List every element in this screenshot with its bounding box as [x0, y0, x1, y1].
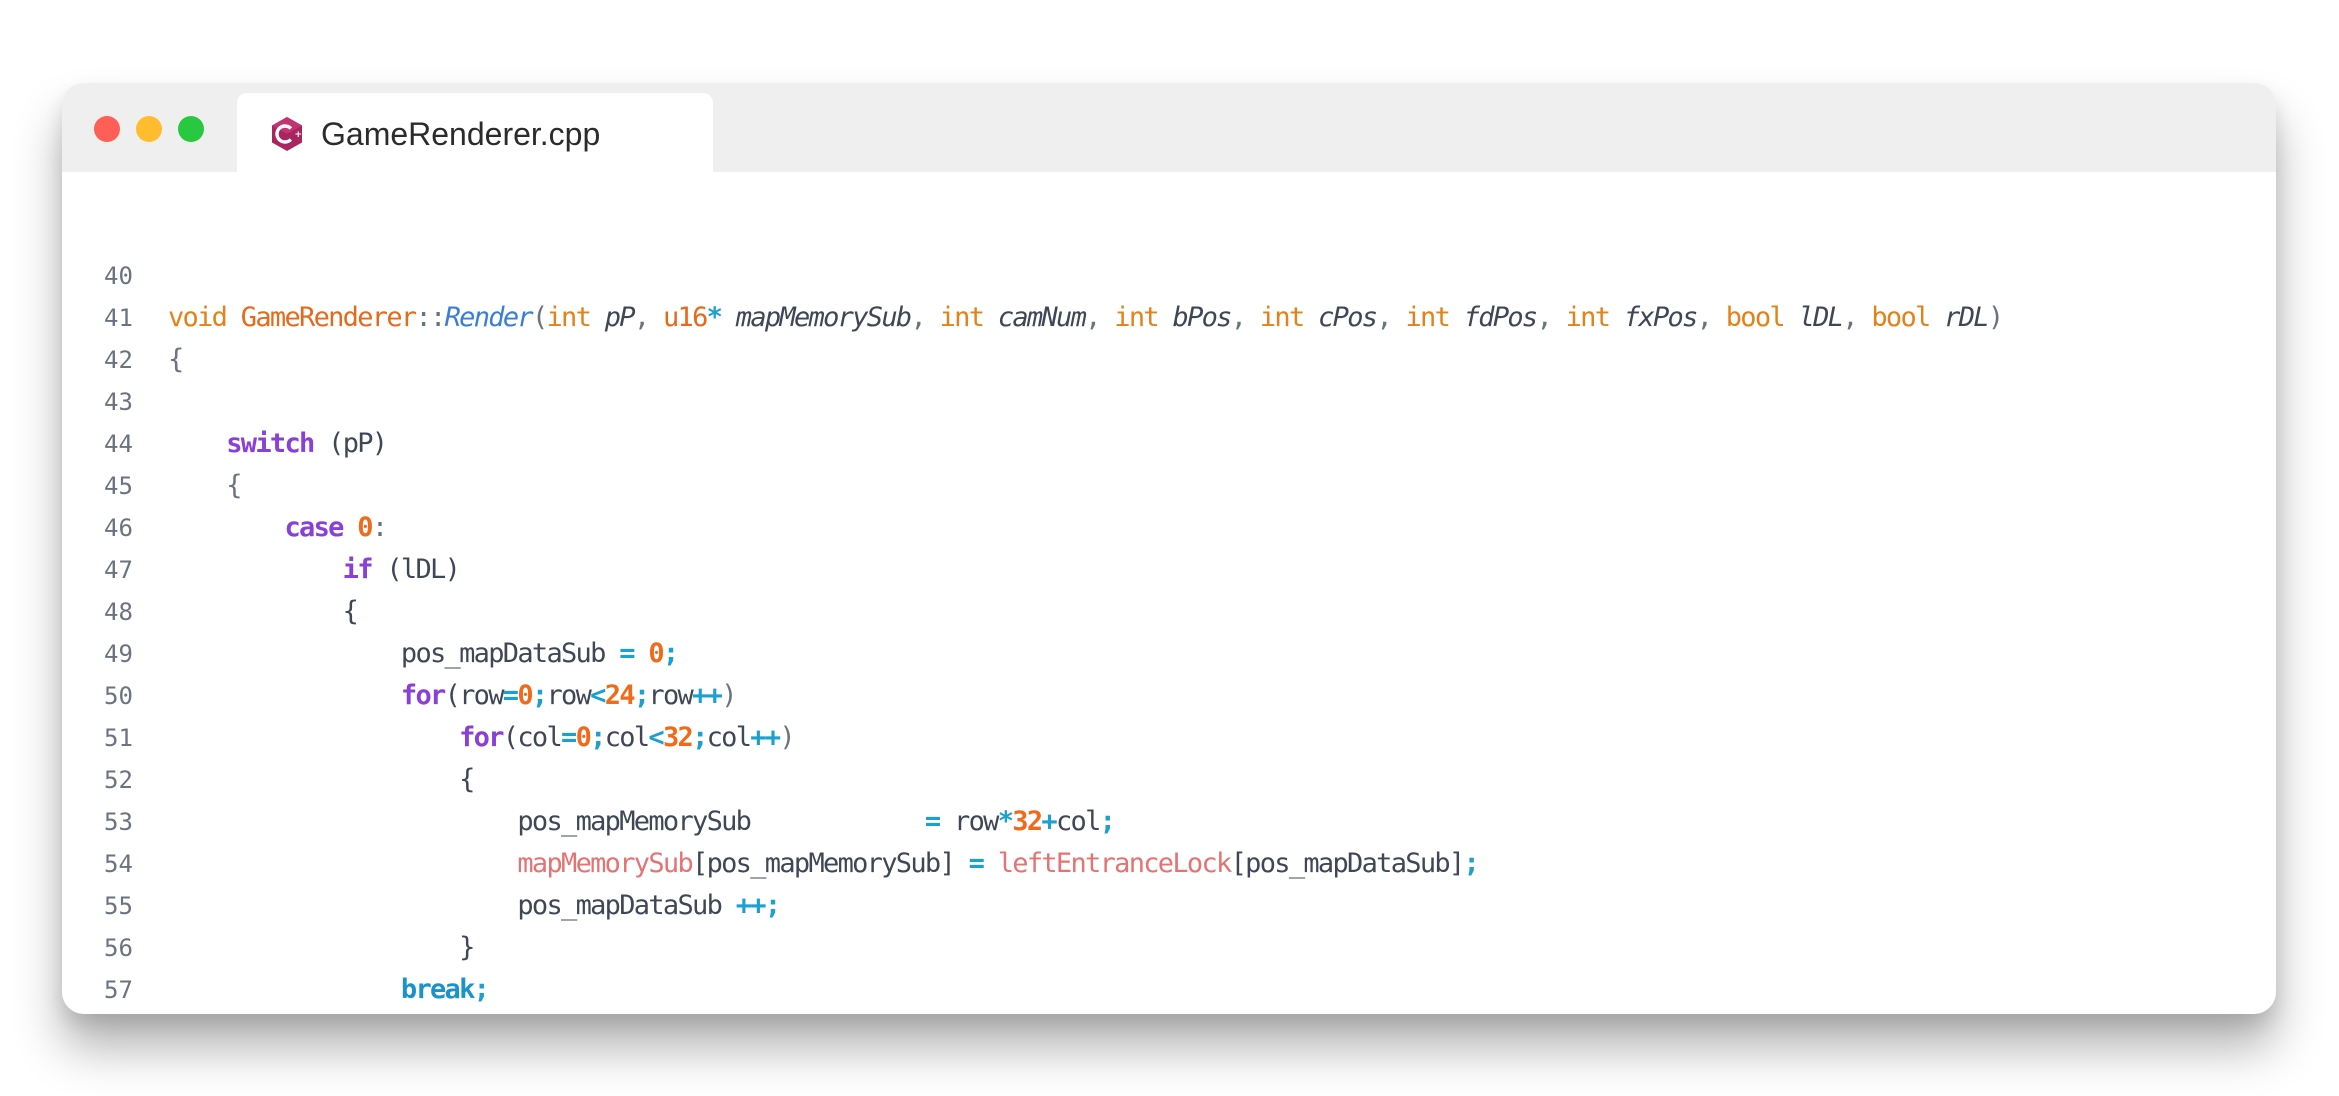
code-line: 49 for(row=0;row<24;row++) — [62, 591, 2276, 711]
close-window-button[interactable] — [94, 116, 120, 142]
code-line: 47 { — [62, 507, 2276, 627]
editor-window: + GameRenderer.cpp 40 void GameRenderer:… — [62, 83, 2276, 1014]
title-bar: + GameRenderer.cpp — [62, 83, 2276, 172]
code-line: 46 if (lDL) — [62, 465, 2276, 585]
tab-gamerenderer-cpp[interactable]: + GameRenderer.cpp — [237, 93, 713, 172]
code-line: 43 switch (pP) — [62, 339, 2276, 459]
code-line: 51 { — [62, 675, 2276, 795]
code-line: 55 } — [62, 843, 2276, 963]
maximize-window-button[interactable] — [178, 116, 204, 142]
code-line: 40 void GameRenderer::Render(int pP, u16… — [62, 213, 2276, 333]
code-line: 45 case 0: — [62, 423, 2276, 543]
code-line: 50 for(col=0;col<32;col++) — [62, 633, 2276, 753]
line-text: } — [168, 1011, 357, 1014]
svg-text:+: + — [295, 130, 303, 140]
code-line: 54 pos_mapDataSub ++; — [62, 801, 2276, 921]
code-line: 42 — [62, 297, 2276, 374]
code-line: 48 pos_mapDataSub = 0; — [62, 549, 2276, 669]
minimize-window-button[interactable] — [136, 116, 162, 142]
tab-label: GameRenderer.cpp — [321, 116, 601, 152]
code-line: 41 { — [62, 255, 2276, 375]
code-line: 57 } — [62, 927, 2276, 1004]
code-line: 44 { — [62, 381, 2276, 501]
code-line: 52 pos_mapMemorySub = row*32+col; — [62, 717, 2276, 837]
line-text: break; — [400, 974, 490, 1005]
code-editor[interactable]: 40 void GameRenderer::Render(int pP, u16… — [62, 213, 2276, 1005]
code-line: 53 mapMemorySub[pos_mapMemorySub] = left… — [62, 759, 2276, 879]
line-number: 57 — [104, 976, 133, 1004]
code-line: 56 break; — [62, 885, 2276, 1005]
cpp-file-icon: + — [270, 116, 304, 152]
